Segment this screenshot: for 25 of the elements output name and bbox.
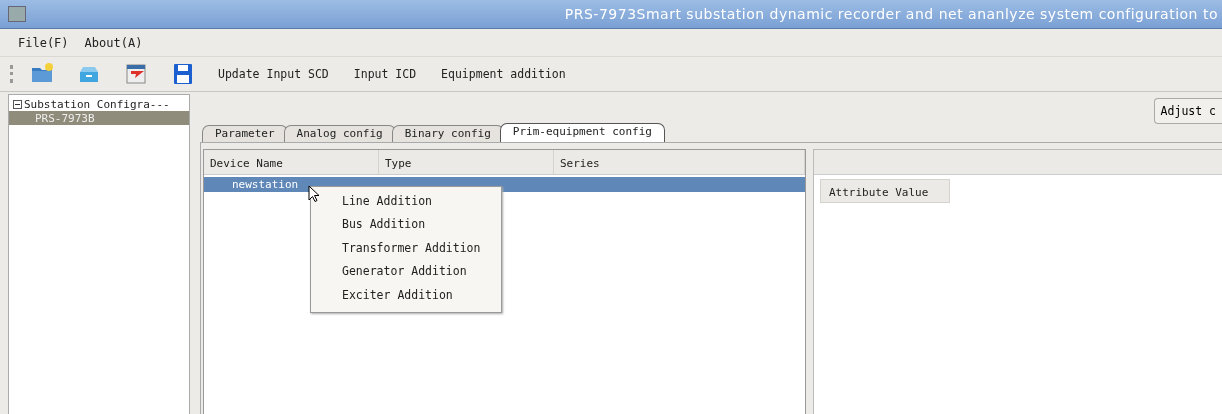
window-title: PRS-7973Smart substation dynamic recorder and net ananlyze system configuration to bbox=[564, 6, 1219, 22]
column-header[interactable]: Device Name bbox=[204, 150, 379, 174]
column-header[interactable]: Series bbox=[554, 150, 805, 174]
menu-item[interactable]: Generator Addition bbox=[311, 260, 501, 284]
toolbar-button[interactable]: Equipment addition bbox=[441, 67, 566, 81]
mouse-pointer-icon bbox=[308, 185, 320, 203]
table-cell-text: newstation bbox=[231, 178, 299, 191]
save-icon[interactable] bbox=[171, 62, 195, 86]
menu-item[interactable]: About(A) bbox=[84, 35, 143, 50]
tree-label: PRS-7973B bbox=[35, 111, 95, 125]
app-icon bbox=[8, 6, 26, 22]
adjust-button[interactable]: Adjust c bbox=[1153, 98, 1222, 124]
tree-label: Substation Configra--- bbox=[24, 97, 170, 111]
toolbar-button[interactable]: Input ICD bbox=[353, 67, 417, 81]
menu-item[interactable]: Bus Addition bbox=[311, 213, 501, 237]
tree-item[interactable]: Substation Configra--- bbox=[9, 97, 189, 111]
menu-item[interactable]: Exciter Addition bbox=[311, 283, 501, 307]
toolbar-button[interactable]: Update Input SCD bbox=[218, 67, 329, 81]
column-header[interactable]: Attribute Value bbox=[820, 179, 950, 203]
menu-item[interactable]: Transformer Addition bbox=[311, 236, 501, 261]
collapse-icon[interactable] bbox=[13, 99, 22, 109]
toolbar-grip[interactable] bbox=[10, 65, 16, 83]
tab[interactable]: Prim-equipment config bbox=[499, 123, 665, 142]
column-header[interactable]: Type bbox=[379, 150, 554, 174]
menu-item[interactable]: File(F) bbox=[18, 35, 69, 50]
